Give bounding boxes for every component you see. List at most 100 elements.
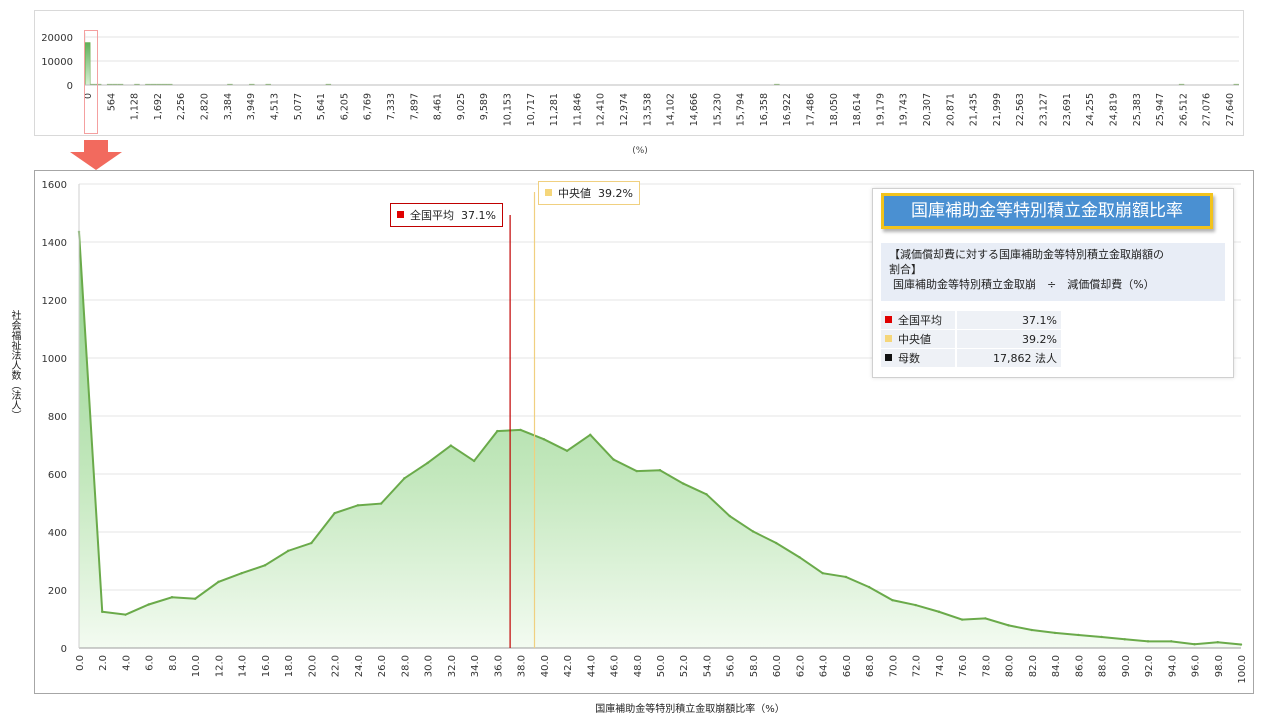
overview-x-tick-label: 12,974 (619, 93, 630, 126)
main-x-tick-label: 90.0 (1121, 655, 1132, 677)
distribution-data-point (124, 613, 127, 616)
overview-x-tick-label: 10,717 (526, 93, 537, 126)
overview-x-tick-label: 18,050 (829, 93, 840, 126)
overview-x-tick-label: 9,025 (456, 93, 467, 120)
overview-x-tick-label: 16,922 (782, 93, 793, 126)
main-x-tick-label: 54.0 (702, 655, 713, 677)
indicator-definition: 【減価償却費に対する国庫補助金等特別積立金取崩額の 割合】 国庫補助金等特別積立… (881, 243, 1225, 301)
overview-x-tick-label: 6,769 (363, 93, 374, 120)
y-axis-label: 社会福祉法人数（法人） (9, 310, 20, 420)
zoom-arrow-icon (70, 140, 122, 170)
stat-row-median: 中央値 39.2% (881, 330, 1061, 349)
x-axis-label: 国庫補助金等特別積立金取崩額比率（%） (595, 704, 785, 715)
definition-line-2: 割合】 (889, 263, 922, 276)
overview-x-tick-label: 16,358 (759, 93, 770, 126)
main-y-tick-label: 1400 (42, 238, 67, 249)
main-x-tick-label: 46.0 (610, 655, 621, 677)
overview-x-tick-label: 11,846 (572, 93, 583, 126)
zoom-range-marker (84, 30, 98, 134)
main-x-tick-label: 42.0 (563, 655, 574, 677)
distribution-data-point (612, 458, 615, 461)
distribution-data-point (705, 493, 708, 496)
overview-x-tick-label: 27,076 (1202, 93, 1213, 126)
distribution-data-point (1216, 641, 1219, 644)
overview-x-tick-label: 2,820 (200, 93, 211, 120)
distribution-data-point (728, 514, 731, 518)
stat-average-value: 37.1% (957, 311, 1061, 329)
main-x-tick-label: 100.0 (1237, 655, 1248, 684)
main-x-tick-label: 50.0 (656, 655, 667, 677)
distribution-data-point (1077, 633, 1080, 637)
main-x-tick-label: 76.0 (958, 655, 969, 677)
main-x-tick-label: 56.0 (726, 655, 737, 677)
main-x-tick-label: 80.0 (1005, 655, 1016, 677)
distribution-data-point (984, 617, 987, 620)
main-x-tick-label: 88.0 (1098, 655, 1109, 677)
distribution-data-point (496, 429, 499, 433)
main-y-tick-label: 200 (48, 586, 67, 597)
overview-x-tick-label: 14,102 (666, 93, 677, 126)
main-x-tick-label: 18.0 (284, 655, 295, 677)
main-x-tick-label: 58.0 (749, 655, 760, 677)
overview-x-tick-label: 1,692 (153, 93, 164, 120)
overview-x-tick-label: 9,589 (479, 93, 490, 120)
distribution-data-point (286, 549, 290, 553)
average-marker-icon (397, 211, 404, 218)
distribution-data-point (1123, 638, 1127, 641)
overview-x-tick-label: 24,255 (1085, 93, 1096, 126)
main-y-tick-label: 1200 (42, 296, 67, 307)
stat-median-value: 39.2% (957, 330, 1061, 348)
main-x-tick-label: 12.0 (214, 655, 225, 677)
main-x-tick-label: 0.0 (75, 655, 86, 671)
overview-histogram: 200001000000 564 1,128 1,692 2,256 2,820 3,384… (41, 33, 1239, 126)
overview-x-tick-label: 5,641 (316, 93, 327, 120)
distribution-data-point (1239, 643, 1243, 646)
overview-x-tick-label: 6,205 (339, 93, 350, 120)
main-x-tick-label: 6.0 (145, 655, 156, 671)
main-x-tick-label: 24.0 (354, 655, 365, 677)
main-x-tick-label: 22.0 (331, 655, 342, 677)
main-x-tick-label: 52.0 (679, 655, 690, 677)
overview-x-tick-label: 27,640 (1225, 93, 1236, 126)
distribution-data-point (867, 585, 871, 589)
main-x-tick-label: 32.0 (447, 655, 458, 677)
main-x-tick-label: 94.0 (1167, 655, 1178, 677)
stat-average-marker-icon (885, 316, 892, 323)
overview-y-tick-label: 20000 (41, 33, 73, 44)
main-x-tick-label: 34.0 (470, 655, 481, 677)
main-x-tick-label: 86.0 (1074, 655, 1085, 677)
overview-x-tick-label: 20,307 (922, 93, 933, 126)
overview-x-tick-label: 19,743 (899, 93, 910, 126)
main-x-tick-label: 40.0 (540, 655, 551, 677)
main-x-tick-label: 26.0 (377, 655, 388, 677)
definition-formula: 国庫補助金等特別積立金取崩 ÷ 減価償却費（%） (893, 278, 1155, 291)
main-x-tick-label: 8.0 (168, 655, 179, 671)
distribution-data-point (565, 449, 569, 452)
distribution-data-point (775, 541, 778, 545)
distribution-data-point (542, 438, 545, 441)
median-label: 中央値 39.2% (538, 181, 640, 205)
distribution-data-point (682, 482, 685, 485)
distribution-data-point (635, 469, 638, 473)
overview-x-tick-label: 15,230 (712, 93, 723, 126)
main-x-tick-label: 70.0 (888, 655, 899, 677)
overview-x-tick-label: 12,410 (596, 93, 607, 126)
overview-x-tick-label: 18,614 (852, 93, 863, 126)
overview-x-tick-label: 10,153 (503, 93, 514, 126)
main-x-tick-label: 74.0 (935, 655, 946, 677)
distribution-data-point (798, 556, 801, 559)
main-y-tick-label: 600 (48, 470, 67, 481)
median-label-value: 39.2% (598, 187, 633, 200)
median-label-name: 中央値 (558, 187, 591, 200)
overview-y-tick-label: 10000 (41, 57, 73, 68)
overview-x-tick-label: 26,512 (1178, 93, 1189, 126)
main-y-tick-label: 1000 (42, 354, 67, 365)
main-x-tick-label: 96.0 (1191, 655, 1202, 677)
distribution-data-point (519, 428, 522, 432)
overview-x-tick-label: 7,897 (409, 93, 420, 120)
overview-x-tick-label: 3,384 (223, 93, 234, 120)
distribution-data-point (333, 511, 336, 515)
distribution-data-point (960, 618, 964, 621)
indicator-stats: 全国平均 37.1% 中央値 39.2% 母数 17,862 法人 (881, 311, 1061, 368)
main-y-tick-label: 400 (48, 528, 67, 539)
